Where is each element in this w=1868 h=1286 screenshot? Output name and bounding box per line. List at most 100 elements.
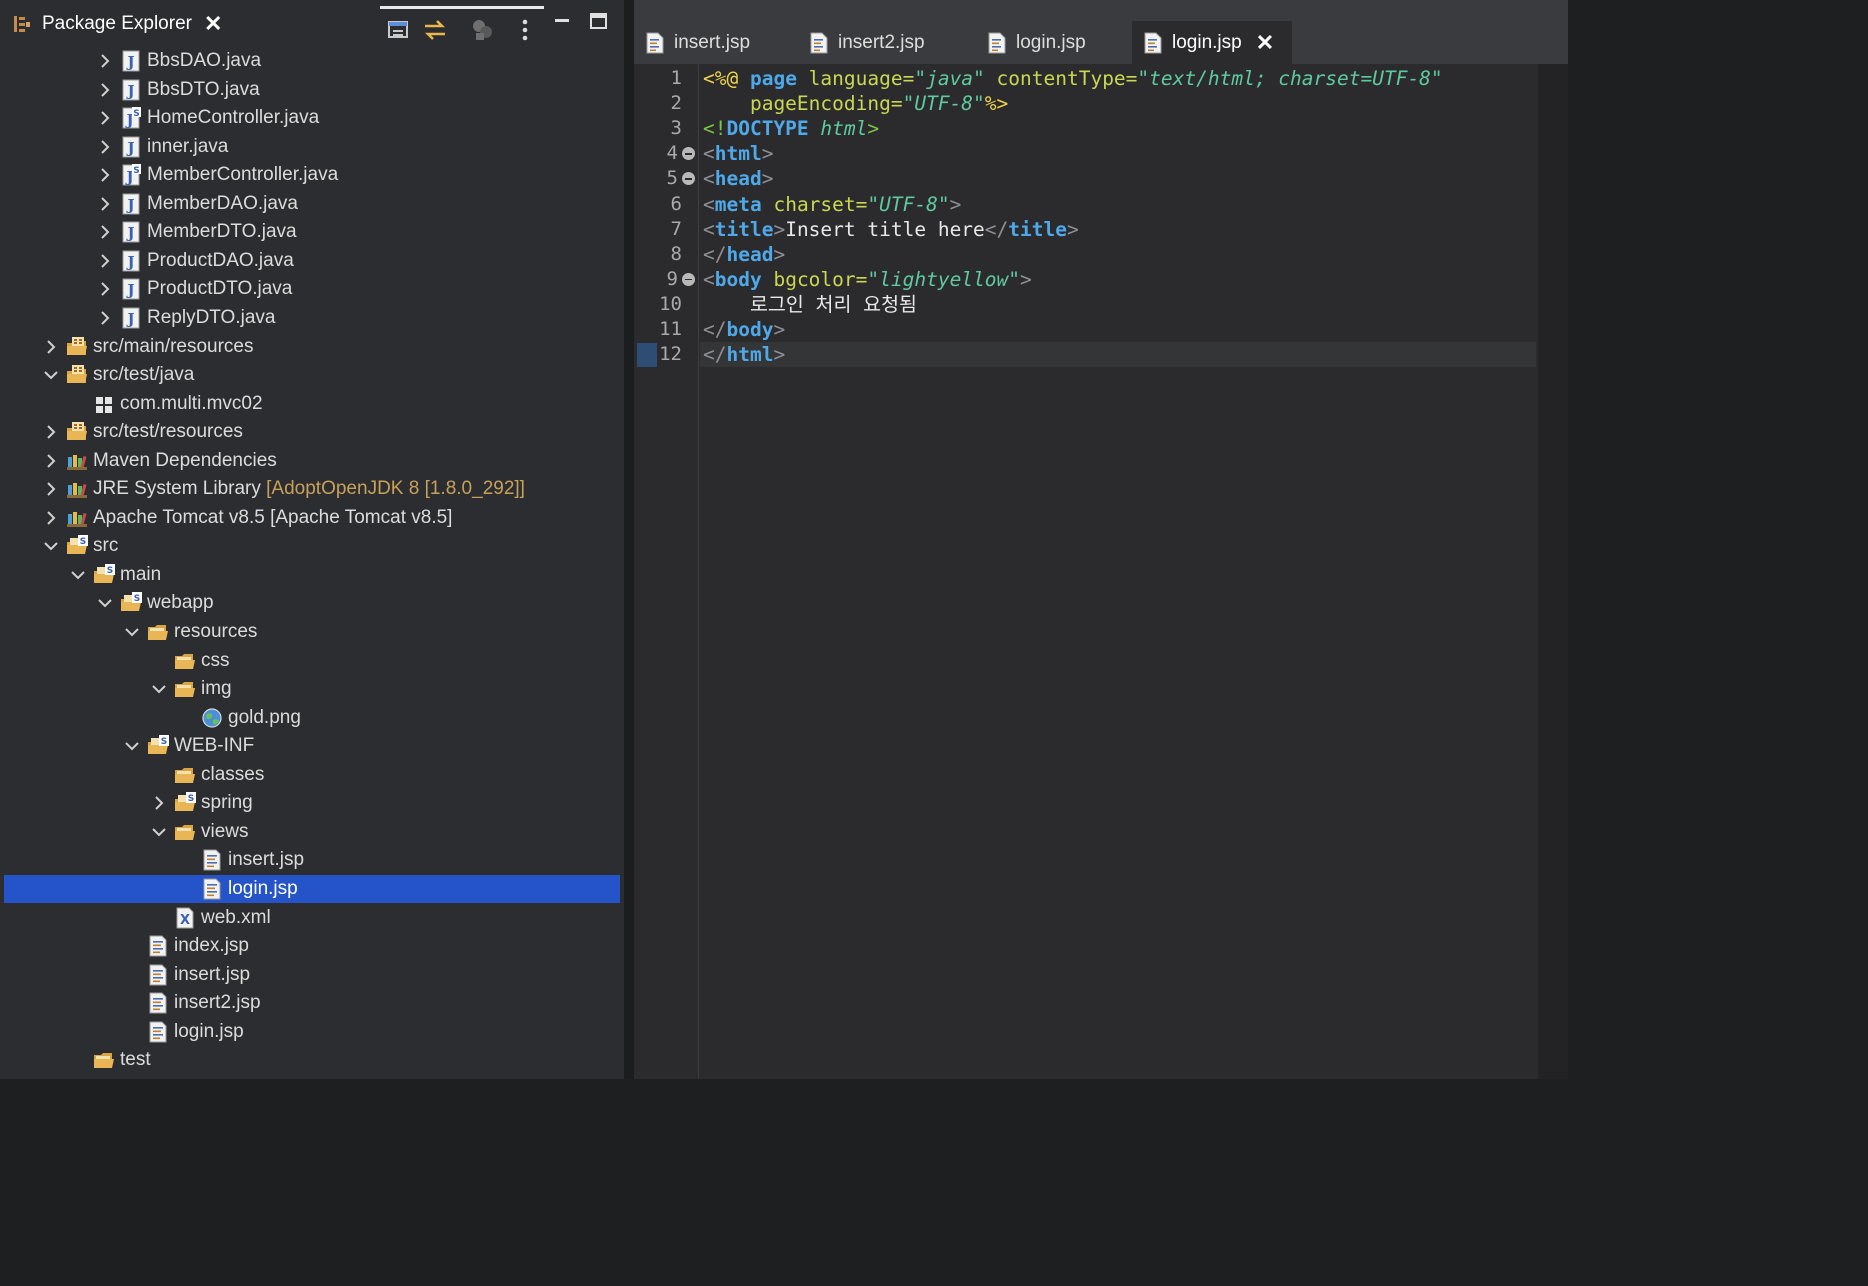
tree-item[interactable]: img (4, 675, 620, 703)
tree-item[interactable]: JRE System Library [AdoptOpenJDK 8 [1.8.… (4, 475, 620, 503)
chevron-down-icon[interactable] (124, 738, 140, 754)
link-with-editor-icon[interactable] (422, 17, 448, 43)
tree-item[interactable]: J ProductDTO.java (4, 275, 620, 303)
chevron-right-icon[interactable] (97, 281, 113, 297)
tree-item[interactable]: J BbsDAO.java (4, 47, 620, 75)
code-area[interactable]: <%@ page language="java" contentType="te… (700, 64, 1536, 1079)
source-folder-icon (66, 364, 88, 386)
chevron-right-icon[interactable] (97, 82, 113, 98)
chevron-down-icon[interactable] (151, 681, 167, 697)
chevron-right-icon[interactable] (97, 253, 113, 269)
tree-item[interactable]: Jinner.java (4, 133, 620, 161)
tree-item[interactable]: Ssrc (4, 532, 620, 560)
tree-item[interactable]: insert.jsp (4, 961, 620, 989)
tree-item[interactable]: J MemberDTO.java (4, 218, 620, 246)
tree-item-label: ProductDAO.java (147, 249, 294, 273)
tree-item[interactable]: login.jsp (4, 1018, 620, 1046)
jsp-file-icon (147, 992, 169, 1014)
tree-item[interactable]: Sspring (4, 789, 620, 817)
tree-item[interactable]: index.jsp (4, 932, 620, 960)
fold-collapse-icon[interactable] (682, 147, 695, 161)
source-folder-icon (66, 336, 88, 358)
tree-item[interactable]: Swebapp (4, 589, 620, 617)
chevron-right-icon[interactable] (97, 196, 113, 212)
chevron-down-icon[interactable] (151, 824, 167, 840)
tree-item[interactable]: login.jsp (4, 874, 620, 903)
editor-tab[interactable]: insert.jsp (634, 21, 798, 64)
tree-item[interactable]: gold.png (4, 704, 620, 732)
code-token: charset= (761, 192, 868, 216)
tree-item[interactable]: resources (4, 618, 620, 646)
chevron-right-icon[interactable] (43, 424, 59, 440)
chevron-down-icon[interactable] (43, 367, 59, 383)
tree-item[interactable]: J BbsDTO.java (4, 76, 620, 104)
tree-item[interactable]: Xweb.xml (4, 904, 620, 932)
tree-item[interactable]: Maven Dependencies (4, 447, 620, 475)
chevron-right-icon[interactable] (97, 53, 113, 69)
editor-tab[interactable]: insert2.jsp (798, 21, 976, 64)
editor-tab[interactable]: login.jsp ✕ (1132, 21, 1292, 64)
maximize-icon[interactable] (588, 10, 610, 32)
tree-item[interactable]: src/test/resources (4, 418, 620, 446)
chevron-down-icon[interactable] (124, 624, 140, 640)
focus-on-active-task-icon[interactable] (470, 17, 496, 43)
tree-item-text: gold.png (228, 706, 301, 728)
fold-collapse-icon[interactable] (682, 172, 695, 186)
chevron-right-icon[interactable] (43, 339, 59, 355)
chevron-right-icon[interactable] (151, 795, 167, 811)
tree-item[interactable]: J S HomeController.java (4, 104, 620, 132)
chevron-down-icon[interactable] (97, 595, 113, 611)
tree-item-label: com.multi.mvc02 (120, 392, 263, 416)
chevron-right-icon[interactable] (97, 139, 113, 155)
code-line: <title>Insert title here</title> (703, 217, 1079, 242)
chevron-right-icon[interactable] (97, 167, 113, 183)
tree-item[interactable]: src/test/java (4, 361, 620, 389)
chevron-right-icon[interactable] (43, 453, 59, 469)
panel-divider[interactable] (624, 0, 634, 1079)
tree-item[interactable]: com.multi.mvc02 (4, 390, 620, 418)
xml-file-icon: X (174, 907, 196, 929)
jsp-file-icon (147, 935, 169, 957)
tree-item[interactable]: classes (4, 761, 620, 789)
line-number-gutter: 1 2 3 4 5 6 7 8 9 10 11 12 (634, 64, 699, 1079)
code-token: </ (703, 343, 727, 367)
tree-item[interactable]: J S MemberController.java (4, 161, 620, 189)
tree-item[interactable]: S WEB-INF (4, 732, 620, 760)
package-explorer-tab[interactable]: Package Explorer ✕ (6, 4, 222, 44)
tree-item[interactable]: insert2.jsp (4, 989, 620, 1017)
tree-item[interactable]: Apache Tomcat v8.5 [Apache Tomcat v8.5] (4, 504, 620, 532)
vertical-scrollbar[interactable] (1538, 64, 1568, 1079)
chevron-right-icon[interactable] (43, 510, 59, 526)
chevron-right-icon[interactable] (97, 224, 113, 240)
tree-item[interactable]: J ProductDAO.java (4, 247, 620, 275)
editor-tab[interactable]: login.jsp (976, 21, 1132, 64)
tree-item[interactable]: css (4, 647, 620, 675)
chevron-down-icon[interactable] (43, 538, 59, 554)
tree-item-text: inner.java (147, 135, 229, 157)
code-token: > (773, 343, 786, 367)
fold-collapse-icon[interactable] (682, 272, 695, 286)
chevron-right-icon[interactable] (97, 310, 113, 326)
code-editor: insert.jsp insert2.jsp login.jsp login.jsp ✕… (634, 0, 1568, 1079)
tree-item[interactable]: J MemberDAO.java (4, 190, 620, 218)
line-number: 1 (670, 67, 682, 89)
chevron-right-icon[interactable] (43, 481, 59, 497)
tree-item[interactable]: test (4, 1046, 620, 1074)
java-file-icon: J (120, 307, 142, 329)
tree-item[interactable]: Smain (4, 561, 620, 589)
tree-item[interactable]: views (4, 818, 620, 846)
chevron-down-icon[interactable] (70, 567, 86, 583)
collapse-all-icon[interactable] (386, 17, 412, 43)
view-menu-icon[interactable] (512, 17, 538, 43)
code-token: > (773, 217, 786, 241)
minimize-icon[interactable] (552, 10, 574, 32)
tree-item[interactable]: insert.jsp (4, 846, 620, 874)
tree-item[interactable]: J ReplyDTO.java (4, 304, 620, 332)
close-icon[interactable]: ✕ (1256, 30, 1274, 56)
svg-text:S: S (107, 566, 113, 576)
chevron-right-icon[interactable] (97, 110, 113, 126)
tree-item-label: resources (174, 620, 257, 644)
tree-item[interactable]: src/main/resources (4, 333, 620, 361)
code-line: <meta charset="UTF-8"> (703, 192, 961, 217)
close-icon[interactable]: ✕ (204, 11, 222, 37)
